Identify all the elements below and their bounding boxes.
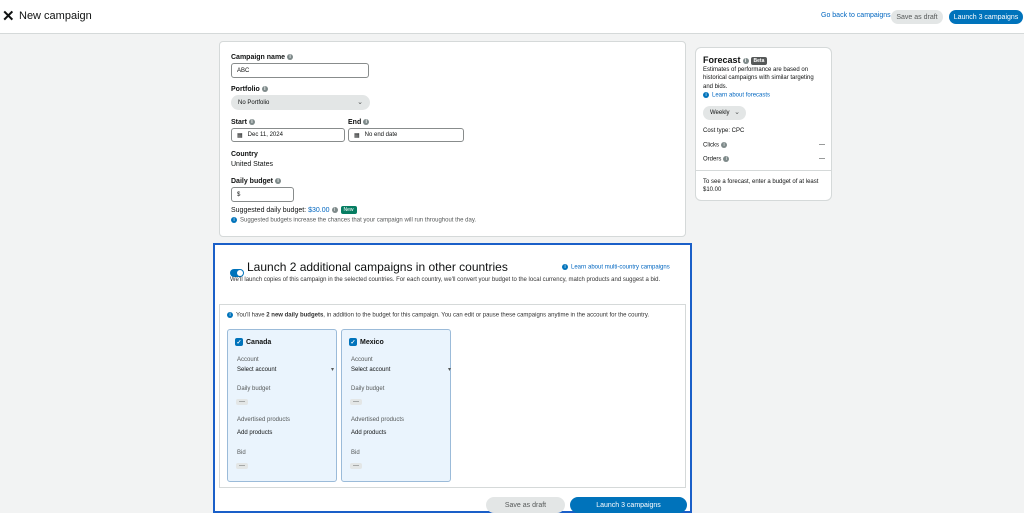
portfolio-select[interactable]: No Portfolio ⌄ xyxy=(231,95,370,110)
clicks-label: Clicks i xyxy=(703,142,727,149)
clicks-value: — xyxy=(819,142,825,148)
info-icon: i xyxy=(227,312,233,318)
mexico-products-label: Advertised products xyxy=(351,417,405,423)
forecast-description: Estimates of performance are based on hi… xyxy=(703,67,814,90)
canada-add-products[interactable]: Add products xyxy=(237,430,272,436)
chevron-down-icon[interactable]: ▾ xyxy=(331,366,334,373)
start-date-value: Dec 11, 2024 xyxy=(247,132,283,138)
canada-account-label: Account xyxy=(237,357,259,363)
orders-label: Orders i xyxy=(703,156,730,163)
calendar-icon: ▦ xyxy=(237,132,243,139)
mexico-budget-value: — xyxy=(350,399,362,405)
campaign-name-input[interactable]: ABC xyxy=(231,63,369,78)
orders-value: — xyxy=(819,156,825,162)
mexico-bid-value: — xyxy=(350,463,362,469)
suggested-budget-value[interactable]: $30.00 xyxy=(308,207,329,214)
canada-budget-value: — xyxy=(236,399,248,405)
calendar-icon: ▦ xyxy=(354,132,360,139)
cost-type: Cost type: CPC xyxy=(703,128,745,134)
mexico-add-products[interactable]: Add products xyxy=(351,430,386,436)
chevron-down-icon: ⌄ xyxy=(357,99,363,106)
end-date-value: No end date xyxy=(364,132,398,138)
forecast-period-select[interactable]: Weekly ⌄ xyxy=(703,106,746,120)
mexico-account-label: Account xyxy=(351,357,373,363)
go-back-link[interactable]: Go back to campaigns xyxy=(821,12,891,19)
daily-budget-input[interactable]: $ xyxy=(231,187,294,202)
bottom-launch-button[interactable]: Launch 3 campaigns xyxy=(570,497,687,513)
mexico-checkbox[interactable]: ✓ Mexico xyxy=(349,338,384,346)
new-badge: New xyxy=(340,206,357,214)
checkbox-checked-icon: ✓ xyxy=(235,338,243,346)
multi-country-description: We'll launch copies of this campaign in … xyxy=(230,277,661,283)
canada-bid-label: Bid xyxy=(237,450,246,456)
multi-country-title: Launch 2 additional campaigns in other c… xyxy=(247,260,508,274)
suggested-note: i Suggested budgets increase the chances … xyxy=(231,217,476,224)
checkbox-checked-icon: ✓ xyxy=(349,338,357,346)
daily-budgets-notice: i You'll have 2 new daily budgets, in add… xyxy=(227,312,649,319)
info-icon: i xyxy=(723,156,730,162)
info-icon: i xyxy=(721,142,727,148)
end-date-input[interactable]: ▦ No end date xyxy=(348,128,464,142)
close-icon[interactable]: ✕ xyxy=(2,9,15,24)
info-icon: i xyxy=(287,54,294,61)
info-icon: i xyxy=(562,264,568,270)
section-divider xyxy=(219,304,686,305)
mexico-budget-label: Daily budget xyxy=(351,386,385,392)
canada-bid-value: — xyxy=(236,463,248,469)
info-icon: i xyxy=(231,217,237,223)
chevron-down-icon: ⌄ xyxy=(734,109,740,116)
info-icon: i xyxy=(363,119,370,126)
country-card-mexico xyxy=(341,329,451,482)
country-label: Country xyxy=(231,151,258,158)
page-title: New campaign xyxy=(19,10,92,22)
chevron-down-icon[interactable]: ▾ xyxy=(448,366,451,373)
learn-multi-country-link[interactable]: i Learn about multi-country campaigns xyxy=(562,264,670,271)
forecast-note: To see a forecast, enter a budget of at … xyxy=(703,179,819,193)
canada-budget-label: Daily budget xyxy=(237,386,271,392)
country-card-canada xyxy=(227,329,337,482)
info-icon: i xyxy=(275,178,282,185)
canada-checkbox[interactable]: ✓ Canada xyxy=(235,338,271,346)
launch-campaigns-button[interactable]: Launch 3 campaigns xyxy=(949,10,1023,24)
portfolio-label: Portfolio i xyxy=(231,86,268,93)
country-value: United States xyxy=(231,161,274,168)
canada-account-select[interactable]: Select account xyxy=(237,367,276,373)
info-icon: i xyxy=(703,92,709,98)
start-label: Start i xyxy=(231,119,255,126)
campaign-name-label: Campaign name i xyxy=(231,54,294,61)
info-icon: i xyxy=(261,86,268,93)
start-date-input[interactable]: ▦ Dec 11, 2024 xyxy=(231,128,345,142)
portfolio-value: No Portfolio xyxy=(238,99,270,106)
daily-budget-label: Daily budget i xyxy=(231,178,282,185)
learn-forecasts-link[interactable]: i Learn about forecasts xyxy=(703,92,770,99)
end-label: End i xyxy=(348,119,370,126)
info-icon: i xyxy=(742,57,749,64)
beta-badge: Beta xyxy=(750,56,768,65)
suggested-budget: Suggested daily budget: $30.00 i New xyxy=(231,206,357,214)
bottom-save-draft-button[interactable]: Save as draft xyxy=(486,497,565,513)
forecast-divider xyxy=(695,170,832,171)
canada-products-label: Advertised products xyxy=(237,417,291,423)
forecast-title: Forecast i Beta xyxy=(703,55,768,65)
forecast-period-value: Weekly xyxy=(710,110,730,116)
mexico-bid-label: Bid xyxy=(351,450,360,456)
save-draft-button[interactable]: Save as draft xyxy=(891,10,943,24)
mexico-account-select[interactable]: Select account xyxy=(351,367,390,373)
info-icon: i xyxy=(331,207,338,213)
info-icon: i xyxy=(248,119,255,126)
